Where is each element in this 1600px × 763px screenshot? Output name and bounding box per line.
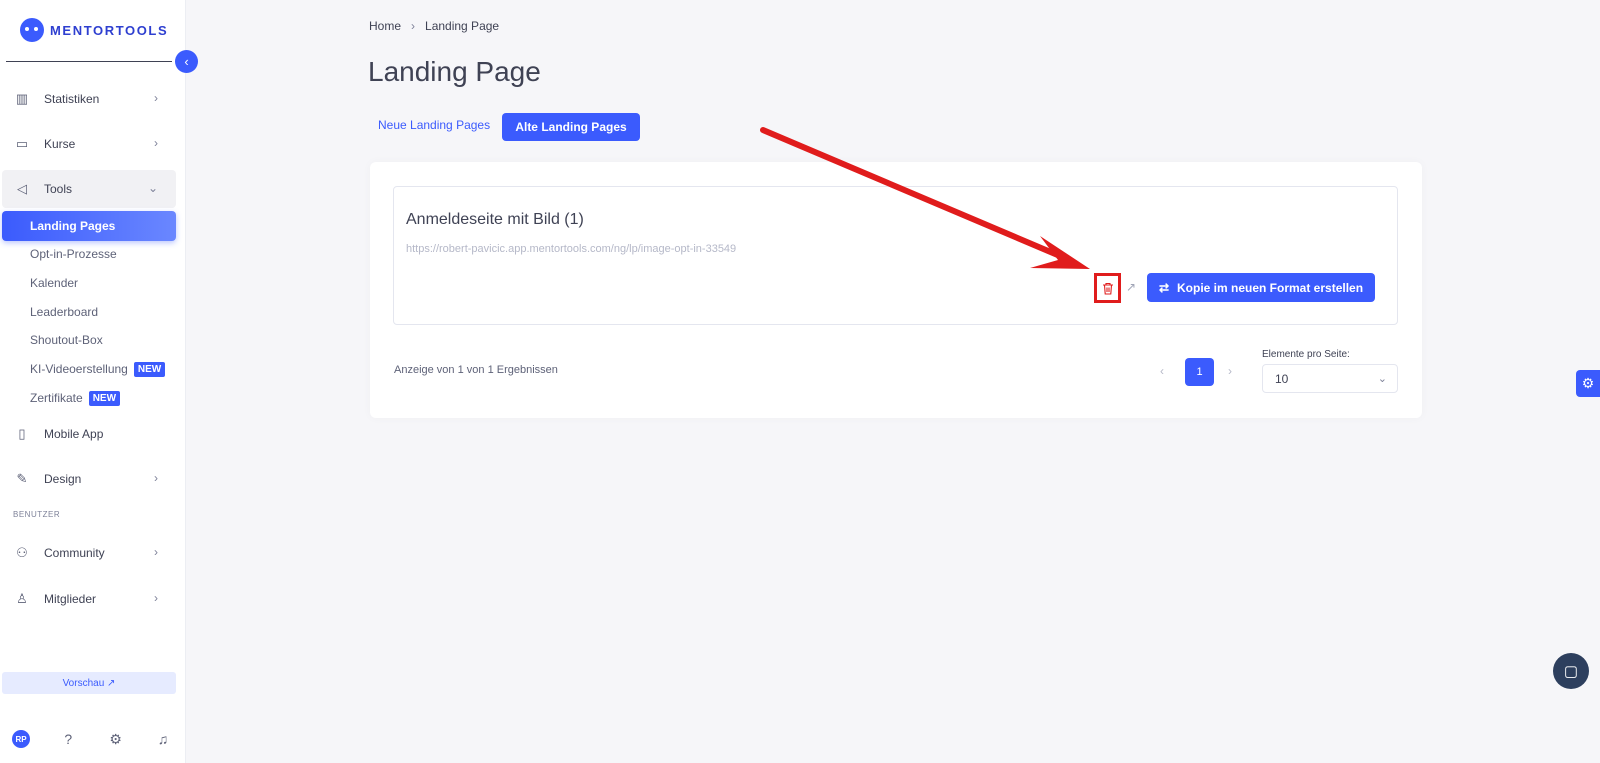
pagination-next-icon[interactable]: ›: [1228, 364, 1232, 378]
brand-logo[interactable]: MENTORTOOLS: [20, 18, 168, 42]
gear-icon[interactable]: ⚙: [107, 731, 125, 748]
landing-page-title: Anmeldeseite mit Bild (1): [406, 211, 584, 228]
settings-gear-icon[interactable]: ⚙: [1576, 370, 1600, 397]
breadcrumb-home[interactable]: Home: [369, 19, 401, 33]
sidebar-item-design[interactable]: ✎ Design ›: [2, 460, 176, 498]
chevron-down-icon: ⌄: [1377, 373, 1387, 385]
bar-chart-icon: ▥: [15, 91, 29, 106]
sidebar-item-label: Kurse: [44, 137, 76, 151]
bell-icon[interactable]: ♫: [154, 731, 172, 747]
sidebar-subitem-ki-videoerstellung[interactable]: KI-Videoerstellung NEW: [2, 355, 176, 383]
new-badge: NEW: [133, 361, 166, 377]
chevron-right-icon: ›: [154, 471, 158, 485]
trash-icon: [1102, 282, 1113, 295]
divider: [6, 61, 172, 62]
sidebar-subitem-landing-pages[interactable]: Landing Pages: [2, 211, 176, 241]
per-page-label: Elemente pro Seite:: [1262, 349, 1350, 360]
page-title: Landing Page: [368, 56, 541, 87]
sidebar-subitem-opt-in[interactable]: Opt-in-Prozesse: [2, 240, 176, 268]
results-count: Anzeige von 1 von 1 Ergebnissen: [394, 364, 558, 376]
per-page-select[interactable]: 10 ⌄: [1262, 364, 1398, 393]
sidebar-item-kurse[interactable]: ▭ Kurse ›: [2, 125, 176, 163]
convert-icon: ⇄: [1158, 280, 1169, 295]
sidebar-item-label: Community: [44, 546, 105, 560]
tab-neue-landing-pages[interactable]: Neue Landing Pages: [378, 118, 490, 132]
sidebar-subitem-label: Kalender: [30, 276, 79, 290]
sidebar-item-mitglieder[interactable]: ♙ Mitglieder ›: [2, 580, 176, 618]
sidebar-subitem-label: Leaderboard: [30, 305, 99, 319]
help-icon[interactable]: ?: [59, 731, 77, 747]
chevron-right-icon: ›: [154, 136, 158, 150]
sidebar: MENTORTOOLS ▥ Statistiken › ▭ Kurse › ◁ …: [0, 0, 186, 763]
sidebar-subitem-shoutout-box[interactable]: Shoutout-Box: [2, 326, 176, 354]
breadcrumb: Home › Landing Page: [369, 19, 499, 33]
sidebar-footer: RP ? ⚙ ♫: [12, 730, 172, 748]
robot-logo-icon: [20, 18, 44, 42]
new-badge: NEW: [88, 390, 121, 406]
sidebar-subitem-label: Shoutout-Box: [30, 333, 103, 347]
chevron-right-icon: ›: [411, 19, 416, 33]
chat-icon[interactable]: ▢: [1553, 653, 1589, 689]
pagination-prev-icon[interactable]: ‹: [1160, 364, 1164, 378]
brand-name: MENTORTOOLS: [50, 22, 169, 38]
sidebar-item-statistiken[interactable]: ▥ Statistiken ›: [2, 80, 176, 118]
chevron-right-icon: ›: [154, 545, 158, 559]
sidebar-item-label: Mobile App: [44, 427, 104, 441]
sidebar-subitem-label: KI-Videoerstellung: [30, 362, 128, 376]
sidebar-subitem-label: Landing Pages: [30, 219, 116, 233]
sidebar-item-label: Statistiken: [44, 92, 100, 106]
sidebar-subitem-label: Zertifikate: [30, 391, 83, 405]
sidebar-item-tools[interactable]: ◁ Tools ⌄: [2, 170, 176, 208]
people-icon: ⚇: [16, 545, 28, 560]
sidebar-item-label: Tools: [44, 182, 73, 196]
external-link-icon[interactable]: ↗: [1126, 280, 1136, 294]
megaphone-icon: ◁: [17, 181, 27, 196]
collapse-sidebar-button[interactable]: ‹: [175, 50, 198, 73]
book-icon: ▭: [15, 136, 29, 151]
delete-button[interactable]: [1094, 273, 1121, 303]
copy-new-format-button[interactable]: ⇄ Kopie im neuen Format erstellen: [1147, 273, 1375, 302]
preview-button[interactable]: Vorschau ↗: [2, 672, 176, 694]
sidebar-subitem-zertifikate[interactable]: Zertifikate NEW: [2, 384, 176, 412]
sidebar-item-community[interactable]: ⚇ Community ›: [2, 534, 176, 572]
avatar[interactable]: RP: [12, 730, 30, 748]
chevron-right-icon: ›: [154, 91, 158, 105]
phone-icon: ▯: [18, 426, 26, 441]
chevron-down-icon: ⌄: [147, 181, 158, 195]
tab-alte-landing-pages[interactable]: Alte Landing Pages: [502, 113, 640, 141]
landing-page-url: https://robert-pavicic.app.mentortools.c…: [406, 243, 737, 255]
sidebar-subitem-leaderboard[interactable]: Leaderboard: [2, 298, 176, 326]
breadcrumb-current: Landing Page: [425, 19, 500, 33]
sidebar-subitem-kalender[interactable]: Kalender: [2, 269, 176, 297]
pen-icon: ✎: [16, 471, 28, 486]
pagination-page[interactable]: 1: [1185, 358, 1214, 386]
chevron-right-icon: ›: [154, 591, 158, 605]
sidebar-item-label: Design: [44, 472, 82, 486]
sidebar-item-mobile-app[interactable]: ▯ Mobile App: [2, 415, 176, 453]
per-page-value: 10: [1275, 371, 1289, 386]
user-icon: ♙: [16, 591, 28, 606]
sidebar-subitem-label: Opt-in-Prozesse: [30, 247, 117, 261]
copy-button-label: Kopie im neuen Format erstellen: [1177, 280, 1364, 295]
landing-page-item: [393, 186, 1398, 325]
section-label-benutzer: BENUTZER: [13, 510, 61, 519]
sidebar-item-label: Mitglieder: [44, 592, 97, 606]
